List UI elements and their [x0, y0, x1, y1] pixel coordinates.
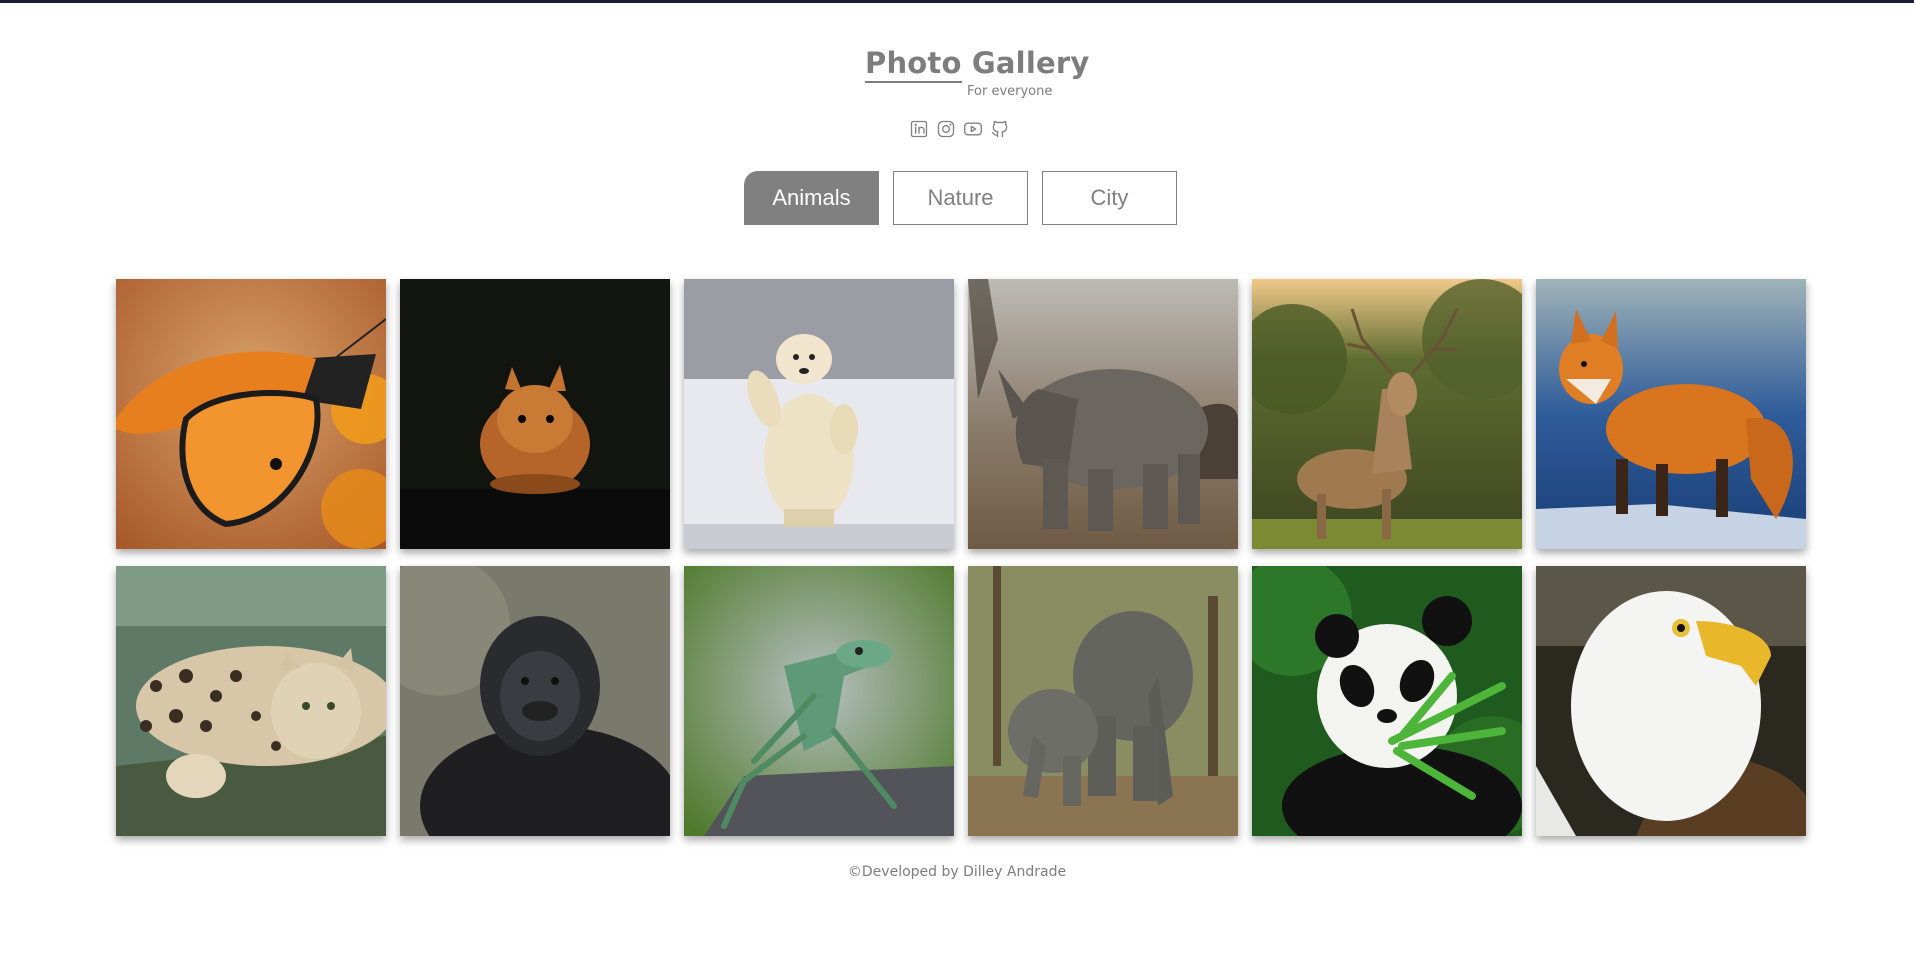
photo-lizard[interactable]	[684, 566, 954, 836]
photo-leopard[interactable]	[116, 566, 386, 836]
title-word-gallery: Gallery	[971, 46, 1090, 80]
tab-nature[interactable]: Nature	[893, 171, 1028, 225]
tab-animals[interactable]: Animals	[744, 171, 879, 225]
youtube-icon[interactable]	[962, 118, 984, 140]
photo-grid	[116, 279, 1806, 836]
photo-fox[interactable]	[1536, 279, 1806, 549]
tab-city[interactable]: City	[1042, 171, 1177, 225]
linkedin-icon[interactable]	[908, 118, 930, 140]
instagram-icon[interactable]	[935, 118, 957, 140]
page-footer: ©Developed by Dilley Andrade	[847, 864, 1067, 880]
photo-gorilla[interactable]	[400, 566, 670, 836]
photo-polar-bear[interactable]	[684, 279, 954, 549]
page-title: Photo Gallery	[865, 46, 1090, 83]
github-icon[interactable]	[989, 118, 1011, 140]
photo-elephants[interactable]	[968, 566, 1238, 836]
photo-eagle[interactable]	[1536, 566, 1806, 836]
photo-deer[interactable]	[1252, 279, 1522, 549]
photo-squirrel[interactable]	[400, 279, 670, 549]
photo-rhino[interactable]	[968, 279, 1238, 549]
title-word-photo: Photo	[865, 46, 962, 83]
page-subtitle: For everyone	[967, 84, 1053, 99]
photo-butterfly[interactable]	[116, 279, 386, 549]
photo-panda[interactable]	[1252, 566, 1522, 836]
category-tabs: Animals Nature City	[744, 171, 1177, 225]
top-border	[0, 0, 1914, 3]
social-links	[908, 118, 1011, 140]
